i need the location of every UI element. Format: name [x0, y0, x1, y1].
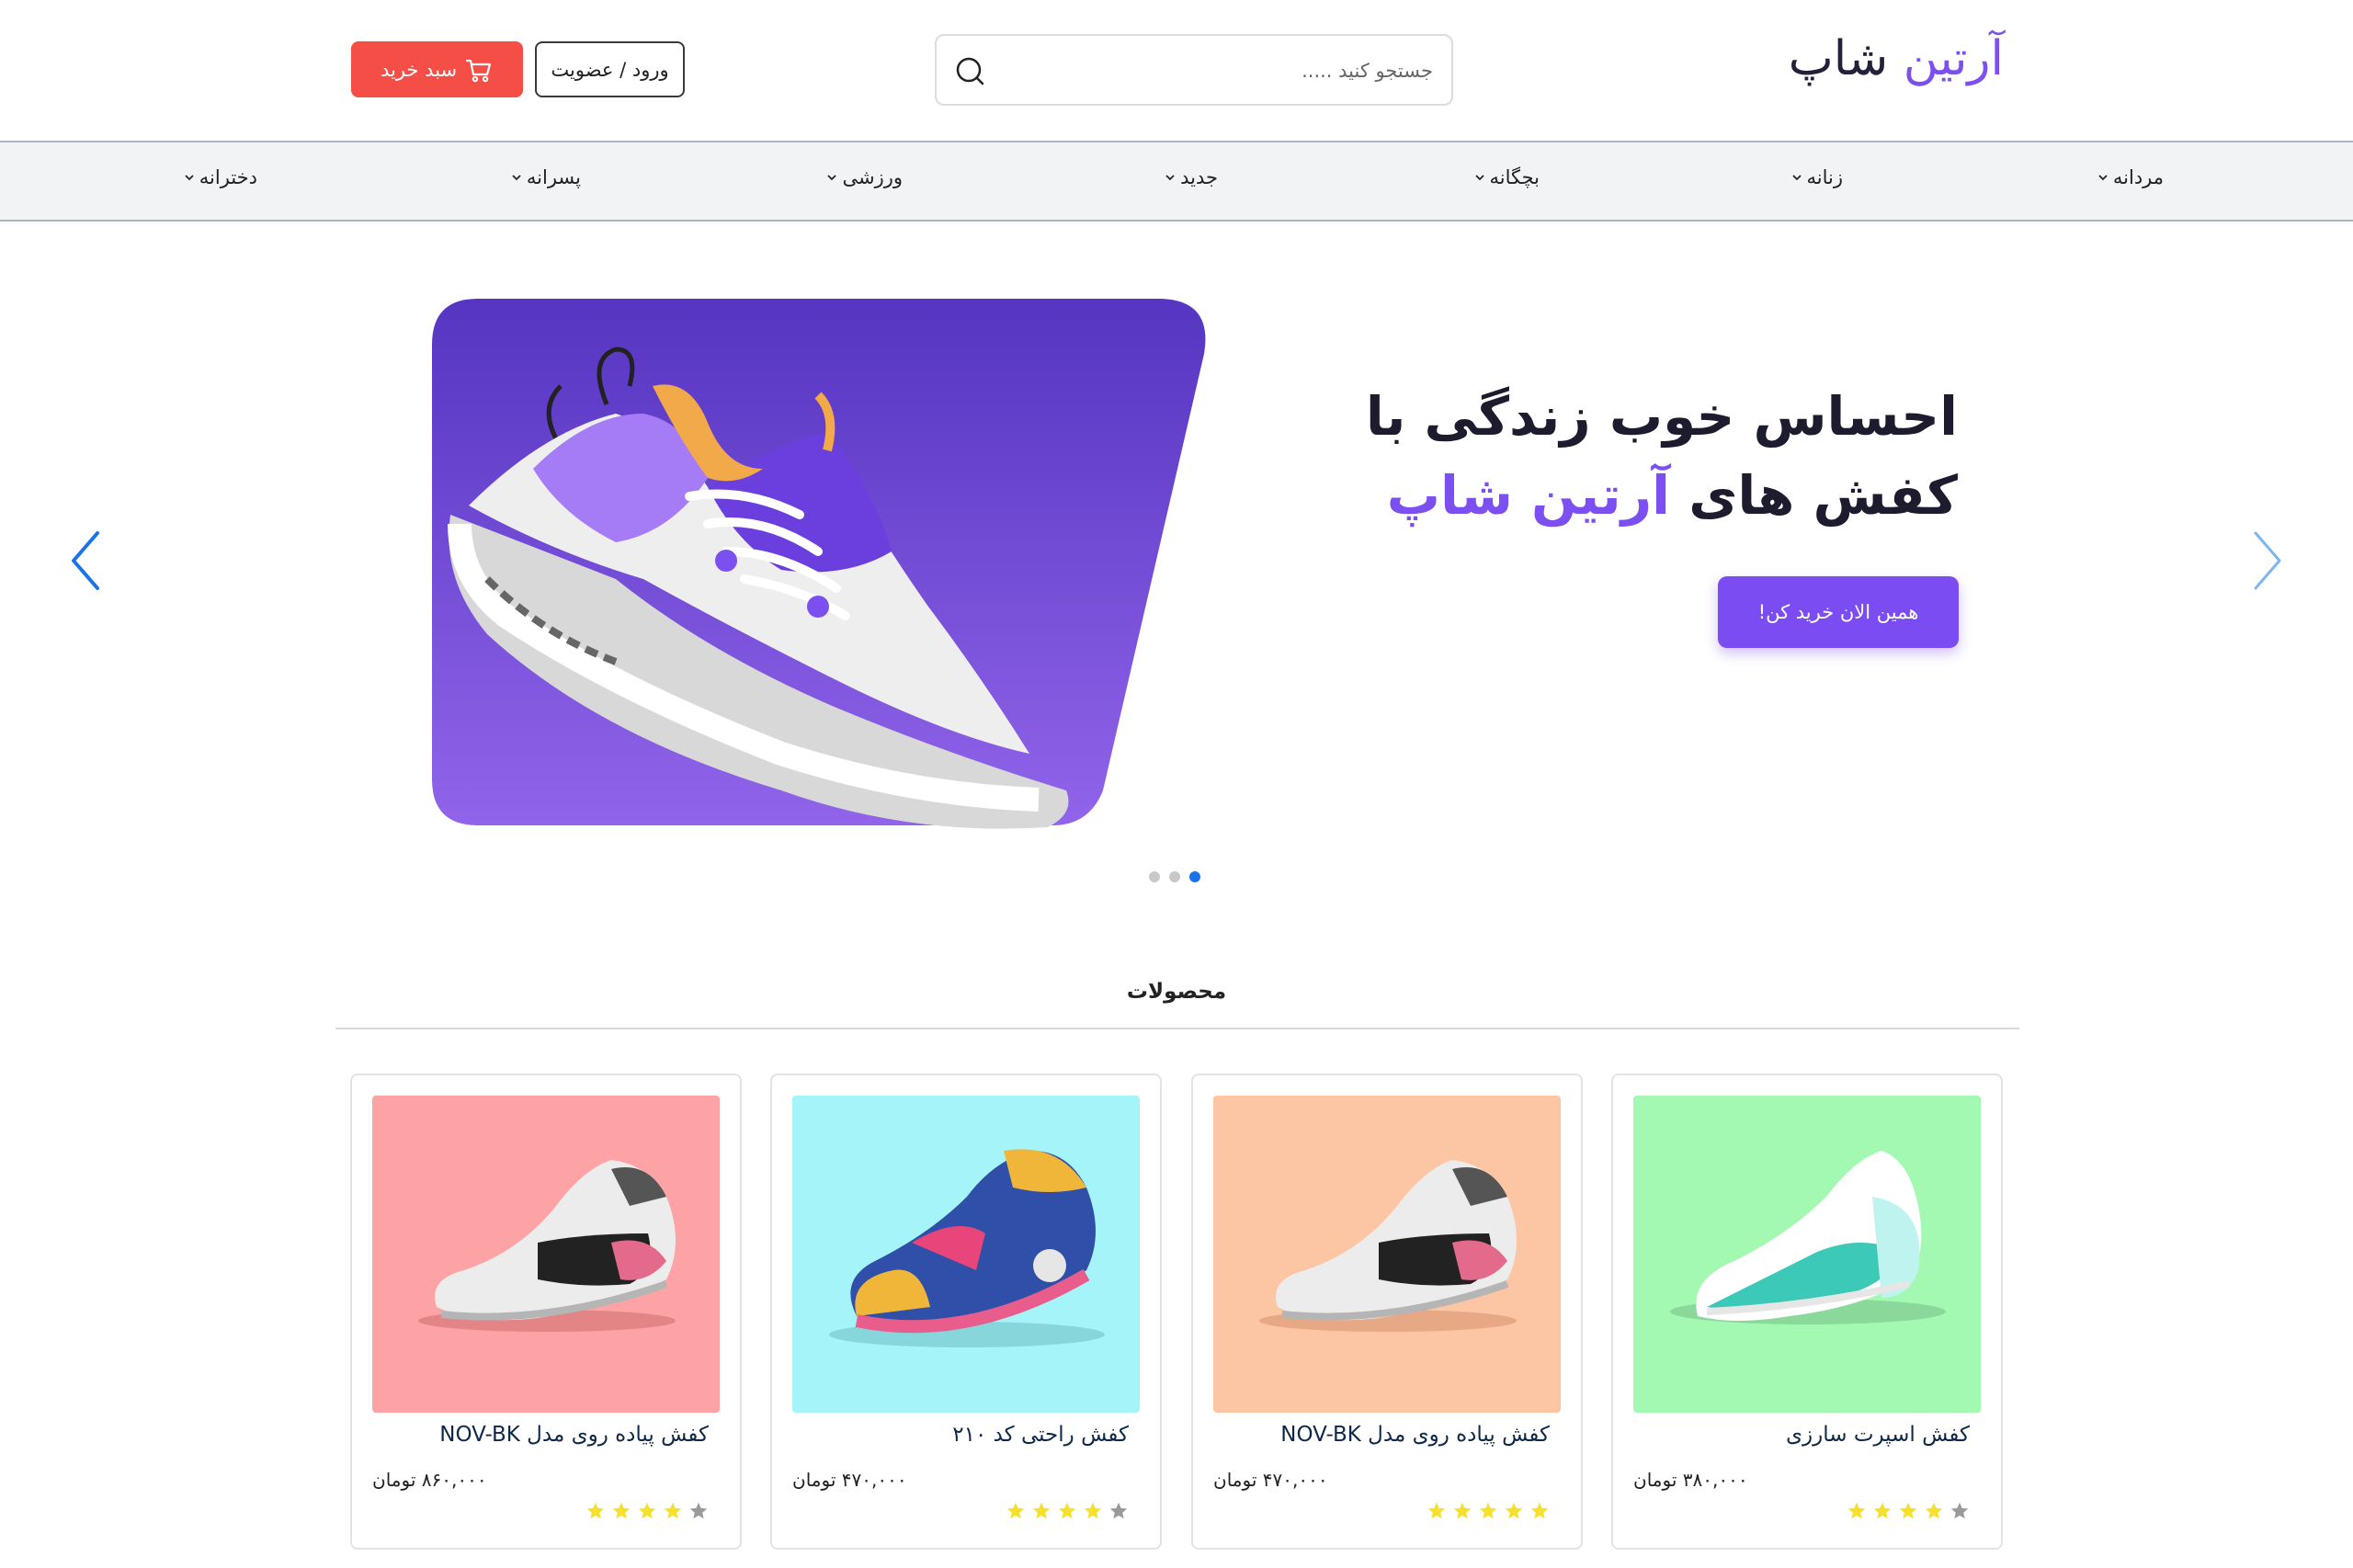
chevron-down-icon	[827, 175, 837, 181]
chevron-down-icon	[512, 175, 521, 181]
hero-sneaker-image	[432, 299, 1206, 829]
nav-item-girls[interactable]: دخترانه	[183, 166, 257, 188]
star-icon	[638, 1502, 656, 1519]
star-icon	[1479, 1502, 1497, 1519]
star-icon	[1505, 1502, 1523, 1519]
hero-headline: احساس خوب زندگی با کفش های آرتین شاپ	[1314, 377, 1958, 535]
product-image[interactable]	[1213, 1096, 1561, 1413]
star-icon	[1084, 1502, 1102, 1519]
shop-now-button[interactable]: همین الان خرید کن!	[1718, 576, 1959, 648]
product-price: ۴۷۰,۰۰۰ تومان	[1213, 1469, 1328, 1491]
product-image[interactable]	[792, 1096, 1140, 1413]
nav-item-label: دخترانه	[199, 166, 257, 188]
nav-item-label: جدید	[1180, 166, 1218, 188]
chevron-down-icon	[1791, 175, 1802, 181]
nav-item-label: بچگانه	[1489, 166, 1540, 188]
star-icon	[1847, 1502, 1866, 1519]
logo-word-shop: شاپ	[1788, 31, 1889, 86]
search-icon[interactable]	[953, 54, 986, 87]
star-icon	[1530, 1502, 1549, 1519]
chevron-down-icon	[2098, 175, 2108, 181]
search-input[interactable]	[1029, 51, 1433, 91]
product-image[interactable]	[1633, 1096, 1981, 1413]
slider-prev-arrow-icon[interactable]	[64, 524, 110, 597]
products-section-title: محصولات	[1126, 980, 1227, 1004]
product-card[interactable]: کفش راحتی کد ۲۱۰ ۴۷۰,۰۰۰ تومان	[770, 1074, 1162, 1550]
hero-headline-line1: احساس خوب زندگی با	[1365, 385, 1958, 448]
star-icon	[1427, 1502, 1446, 1519]
star-empty-icon	[689, 1502, 708, 1519]
product-rating	[1427, 1501, 1550, 1521]
chevron-down-icon	[1165, 175, 1175, 181]
star-empty-icon	[1109, 1502, 1128, 1519]
star-icon	[1006, 1502, 1025, 1519]
product-price: ۸۶۰,۰۰۰ تومان	[372, 1469, 487, 1491]
star-icon	[586, 1502, 605, 1519]
star-icon	[1899, 1502, 1917, 1519]
star-icon	[1873, 1502, 1892, 1519]
star-icon	[664, 1502, 682, 1519]
login-register-button[interactable]: ورود / عضویت	[535, 41, 685, 97]
product-name[interactable]: کفش اسپرت سارزی	[1786, 1423, 1970, 1447]
nav-item-label: پسرانه	[526, 166, 581, 188]
star-icon	[1032, 1502, 1051, 1519]
product-image[interactable]	[372, 1096, 720, 1413]
hero-headline-line2: کفش های آرتین شاپ	[1314, 456, 1958, 535]
product-rating	[1006, 1501, 1129, 1521]
search-box	[935, 34, 1453, 106]
section-divider	[335, 1028, 2019, 1029]
hero-headline-prefix: کفش های	[1688, 464, 1958, 527]
cart-button[interactable]: سبد خرید	[351, 41, 523, 97]
product-rating	[1847, 1501, 1970, 1521]
logo-word-artin: آرتین	[1903, 31, 2004, 86]
nav-item-boys[interactable]: پسرانه	[510, 166, 581, 188]
nav-item-label: ورزشی	[842, 166, 903, 188]
product-card[interactable]: کفش پیاده روی مدل NOV-BK ۸۶۰,۰۰۰ تومان	[350, 1074, 742, 1550]
product-price: ۴۷۰,۰۰۰ تومان	[792, 1469, 907, 1491]
slider-dot-3[interactable]	[1189, 871, 1200, 882]
star-icon	[612, 1502, 631, 1519]
slider-next-arrow-icon[interactable]	[2243, 524, 2289, 597]
cart-icon	[465, 59, 492, 82]
site-header: آرتین شاپ ورود / عضویت سبد خرید	[0, 0, 2353, 141]
cart-button-label: سبد خرید	[380, 58, 458, 81]
star-icon	[1453, 1502, 1472, 1519]
product-price: ۳۸۰,۰۰۰ تومان	[1633, 1469, 1748, 1491]
star-empty-icon	[1950, 1502, 1969, 1519]
star-icon	[1925, 1502, 1943, 1519]
hero-headline-accent: آرتین شاپ	[1386, 464, 1670, 527]
product-name[interactable]: کفش پیاده روی مدل NOV-BK	[1280, 1423, 1550, 1447]
nav-item-sport[interactable]: ورزشی	[825, 166, 903, 188]
category-nav: مردانه زنانه بچگانه جدید ورزشی پسرانه دخ…	[0, 141, 2353, 222]
product-rating	[585, 1501, 709, 1521]
slider-dots	[1149, 871, 1200, 882]
chevron-down-icon	[1474, 175, 1484, 181]
nav-item-label: زنانه	[1806, 166, 1844, 188]
nav-item-kids[interactable]: بچگانه	[1473, 166, 1540, 188]
slider-dot-1[interactable]	[1149, 871, 1160, 882]
nav-item-women[interactable]: زنانه	[1790, 166, 1844, 188]
product-name[interactable]: کفش پیاده روی مدل NOV-BK	[439, 1423, 709, 1447]
nav-item-label: مردانه	[2112, 166, 2164, 188]
product-card[interactable]: کفش اسپرت سارزی ۳۸۰,۰۰۰ تومان	[1611, 1074, 2003, 1550]
site-logo[interactable]: آرتین شاپ	[1789, 31, 2004, 86]
star-icon	[1058, 1502, 1076, 1519]
slider-dot-2[interactable]	[1169, 871, 1180, 882]
nav-item-new[interactable]: جدید	[1164, 166, 1218, 188]
product-name[interactable]: کفش راحتی کد ۲۱۰	[952, 1423, 1129, 1447]
product-card[interactable]: کفش پیاده روی مدل NOV-BK ۴۷۰,۰۰۰ تومان	[1191, 1074, 1583, 1550]
nav-item-men[interactable]: مردانه	[2097, 166, 2164, 188]
chevron-down-icon	[185, 175, 194, 181]
